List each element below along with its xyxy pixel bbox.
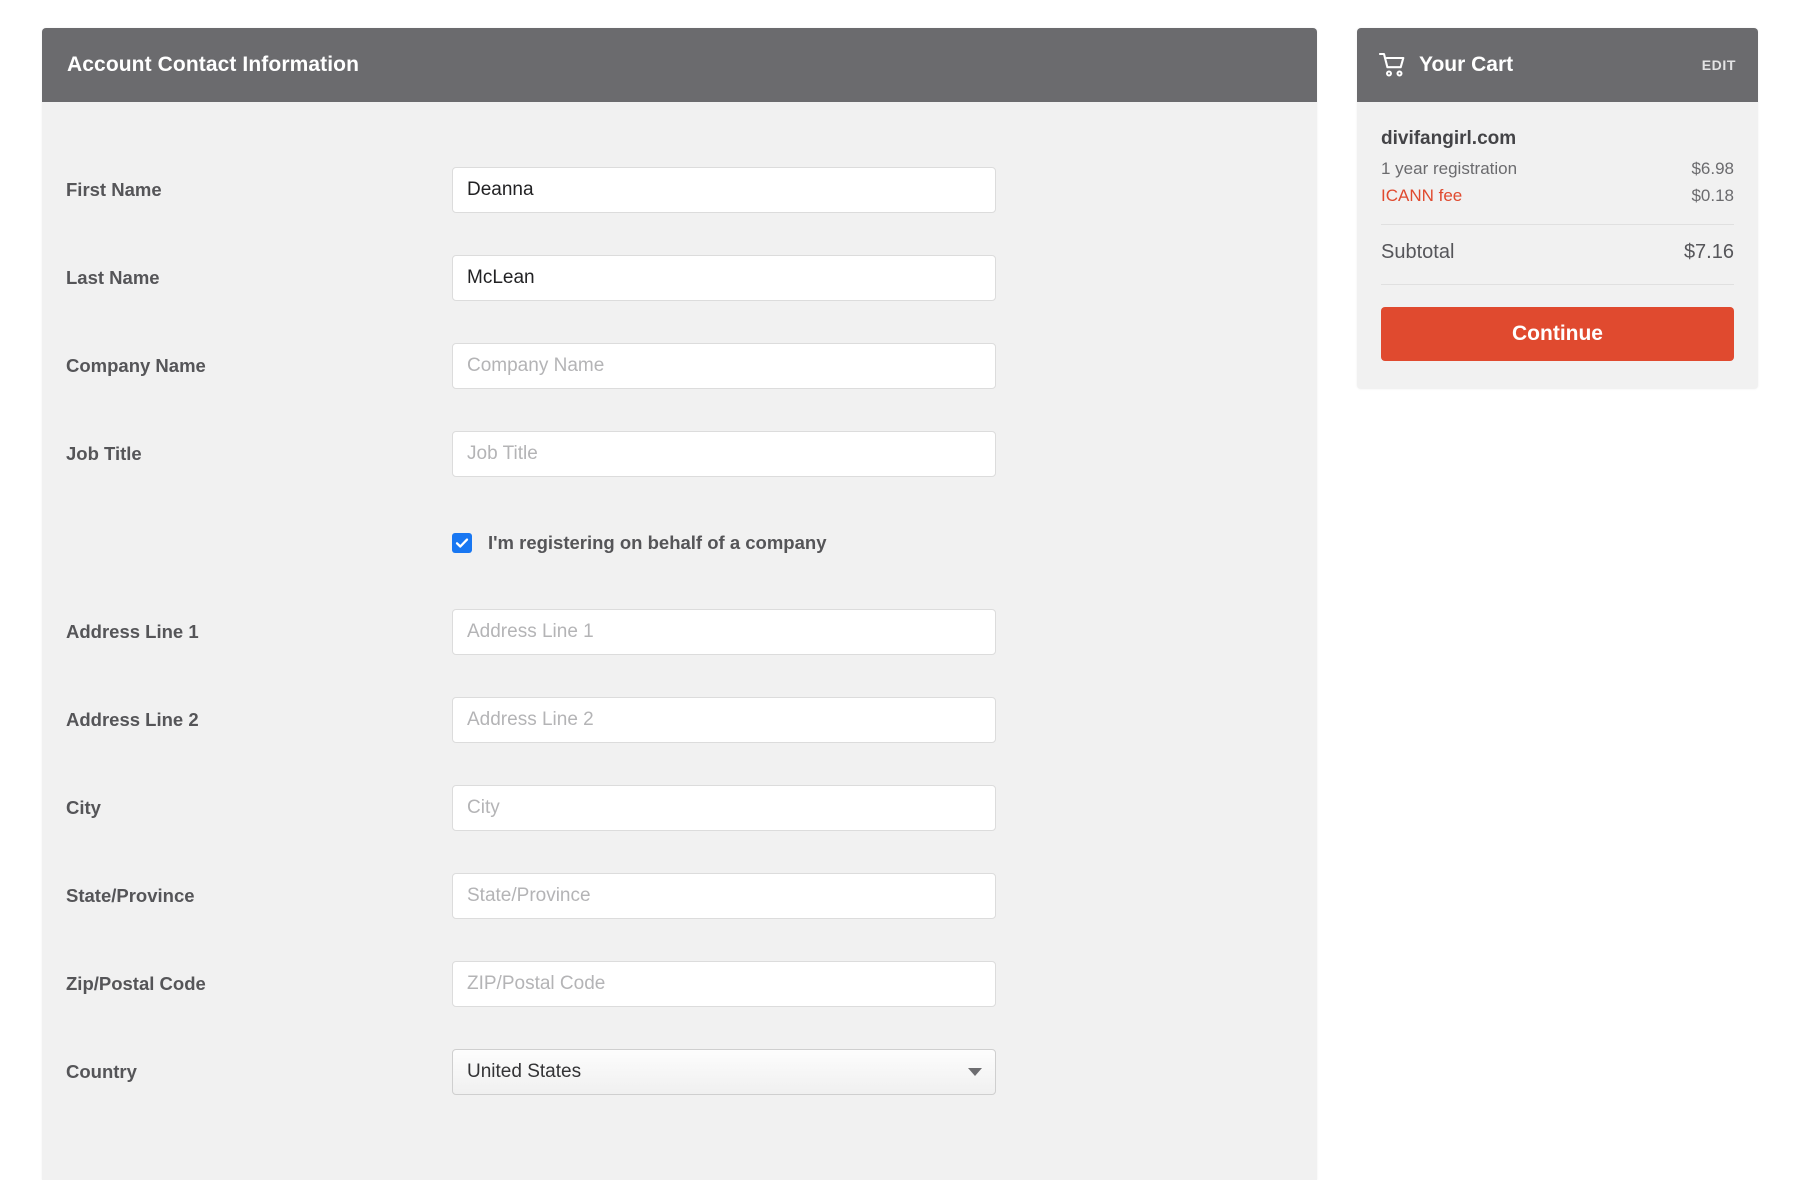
cart-subtotal-price: $7.16 xyxy=(1684,241,1734,264)
label-zip-postal-code: Zip/Postal Code xyxy=(42,973,452,995)
form-row-job-title: Job Title xyxy=(42,410,1317,498)
company-checkbox-label[interactable]: I'm registering on behalf of a company xyxy=(488,532,826,554)
label-address-line-1: Address Line 1 xyxy=(42,621,452,643)
label-first-name: First Name xyxy=(42,179,452,201)
field-control-address-line-2 xyxy=(452,697,1317,743)
cart-body: divifangirl.com 1 year registration $6.9… xyxy=(1357,102,1758,389)
form-row-last-name: Last Name xyxy=(42,234,1317,322)
cart-domain-name: divifangirl.com xyxy=(1381,128,1734,150)
state-province-input[interactable] xyxy=(452,873,996,919)
cart-subtotal-label: Subtotal xyxy=(1381,241,1454,264)
cart-divider-secondary xyxy=(1381,284,1734,285)
field-control-state-province xyxy=(452,873,1317,919)
country-select[interactable]: United States xyxy=(452,1049,996,1095)
checkout-page: Account Contact Information First Name L… xyxy=(0,0,1800,1180)
cart-line-item: 1 year registration $6.98 xyxy=(1381,159,1734,179)
cart-line-item-label: ICANN fee xyxy=(1381,186,1462,206)
page-title: Account Contact Information xyxy=(67,53,359,77)
label-last-name: Last Name xyxy=(42,267,452,289)
cart-line-item-price: $0.18 xyxy=(1691,186,1734,206)
zip-postal-code-input[interactable] xyxy=(452,961,996,1007)
address-line-1-input[interactable] xyxy=(452,609,996,655)
first-name-input[interactable] xyxy=(452,167,996,213)
form-row-address-line-2: Address Line 2 xyxy=(42,676,1317,764)
company-name-input[interactable] xyxy=(452,343,996,389)
form-row-city: City xyxy=(42,764,1317,852)
field-control-company-name xyxy=(452,343,1317,389)
field-control-last-name xyxy=(452,255,1317,301)
form-row-country: Country United States xyxy=(42,1028,1317,1116)
field-control-address-line-1 xyxy=(452,609,1317,655)
cart-line-item-price: $6.98 xyxy=(1691,159,1734,179)
field-control-job-title xyxy=(452,431,1317,477)
job-title-input[interactable] xyxy=(452,431,996,477)
label-job-title: Job Title xyxy=(42,443,452,465)
chevron-down-icon[interactable] xyxy=(968,1068,982,1076)
country-select-value[interactable]: United States xyxy=(452,1049,996,1095)
continue-button[interactable]: Continue xyxy=(1381,307,1734,361)
field-control-country: United States xyxy=(452,1049,1317,1095)
form-row-state-province: State/Province xyxy=(42,852,1317,940)
field-control-city xyxy=(452,785,1317,831)
cart-edit-link[interactable]: EDIT xyxy=(1702,57,1736,73)
last-name-input[interactable] xyxy=(452,255,996,301)
city-input[interactable] xyxy=(452,785,996,831)
label-city: City xyxy=(42,797,452,819)
cart-subtotal-row: Subtotal $7.16 xyxy=(1381,241,1734,264)
shopping-cart-icon xyxy=(1379,52,1407,78)
panel-header: Account Contact Information xyxy=(42,28,1317,102)
form-row-address-line-1: Address Line 1 xyxy=(42,588,1317,676)
address-line-2-input[interactable] xyxy=(452,697,996,743)
form-row-company-checkbox: I'm registering on behalf of a company xyxy=(42,498,1317,588)
checkbox-checked-icon[interactable] xyxy=(452,533,472,553)
cart-panel: Your Cart EDIT divifangirl.com 1 year re… xyxy=(1357,28,1758,389)
label-state-province: State/Province xyxy=(42,885,452,907)
form-row-company-name: Company Name xyxy=(42,322,1317,410)
label-address-line-2: Address Line 2 xyxy=(42,709,452,731)
cart-line-item: ICANN fee $0.18 xyxy=(1381,186,1734,206)
form-row-zip-postal-code: Zip/Postal Code xyxy=(42,940,1317,1028)
field-control-zip-postal-code xyxy=(452,961,1317,1007)
form-row-first-name: First Name xyxy=(42,146,1317,234)
company-checkbox-group[interactable]: I'm registering on behalf of a company xyxy=(452,532,826,554)
cart-title: Your Cart xyxy=(1419,53,1702,77)
field-control-first-name xyxy=(452,167,1317,213)
form-body: First Name Last Name Company Name xyxy=(42,102,1317,1116)
cart-line-item-label: 1 year registration xyxy=(1381,159,1517,179)
cart-divider xyxy=(1381,224,1734,225)
account-contact-panel: Account Contact Information First Name L… xyxy=(42,28,1317,1180)
label-company-name: Company Name xyxy=(42,355,452,377)
cart-header: Your Cart EDIT xyxy=(1357,28,1758,102)
label-country: Country xyxy=(42,1061,452,1083)
